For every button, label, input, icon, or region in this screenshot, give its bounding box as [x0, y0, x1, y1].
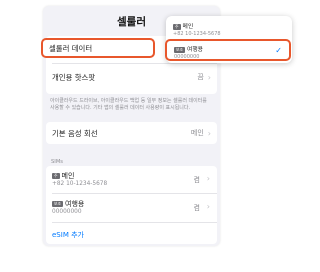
sim-badge-icon: 보조	[52, 201, 63, 207]
sim-name: 메인	[61, 172, 75, 180]
popup-option-travel[interactable]: 보조 여행용 00000000 ✓	[165, 39, 291, 61]
popup-option-number: +82 10-1234-5678	[173, 31, 221, 37]
sims-group: 주 메인 +82 10-1234-5678 켬 › 보조 여행용 00000000 …	[46, 166, 217, 244]
default-voice-label: 기본 음성 회선	[52, 128, 98, 138]
sim-number: +82 10-1234-5678	[52, 181, 108, 187]
sim-badge-icon: 주	[173, 23, 181, 30]
sim-badge-icon: 보조	[174, 46, 185, 53]
divider	[52, 63, 217, 64]
chevron-right-icon: ›	[207, 128, 211, 138]
cellular-data-highlight[interactable]: 셀룰러 데이터	[41, 38, 155, 58]
hotspot-value: 끔	[197, 73, 204, 81]
checkmark-icon: ✓	[275, 46, 282, 55]
sim-name: 여행용	[65, 200, 85, 208]
sim-badge-icon: 주	[52, 173, 60, 179]
sim-row-main[interactable]: 주 메인 +82 10-1234-5678 켬 ›	[46, 166, 217, 193]
popup-option-main[interactable]: 주 메인 +82 10-1234-5678	[173, 21, 221, 37]
sim-status: 켬	[193, 204, 200, 212]
popup-option-number: 00000000	[174, 54, 200, 60]
popup-option-name: 메인	[182, 24, 194, 30]
sim-number: 00000000	[52, 209, 82, 215]
hotspot-row[interactable]: 개인용 핫스팟 끔 ›	[46, 66, 217, 88]
sims-section-header: SIMs	[51, 159, 64, 165]
chevron-right-icon: ›	[207, 72, 211, 82]
cellular-data-label: 셀룰러 데이터	[49, 43, 93, 53]
add-esim-link[interactable]: eSIM 추가	[52, 230, 84, 240]
default-voice-value: 메인	[190, 129, 204, 137]
sim-status: 켬	[193, 176, 200, 184]
chevron-right-icon: ›	[206, 174, 210, 183]
hotspot-label: 개인용 핫스팟	[52, 72, 96, 82]
sim-row-travel[interactable]: 보조 여행용 00000000 켬 ›	[46, 194, 217, 221]
default-voice-row[interactable]: 기본 음성 회선 메인 ›	[46, 122, 217, 144]
popup-option-name: 여행용	[187, 47, 203, 53]
voice-group: 기본 음성 회선 메인 ›	[46, 122, 217, 144]
hotspot-description: 아이클라우드 드라이브, 아이클라우드 백업 등 일부 정보는 셀룰러 데이터를…	[50, 98, 207, 111]
divider	[52, 222, 217, 223]
chevron-right-icon: ›	[206, 202, 210, 211]
